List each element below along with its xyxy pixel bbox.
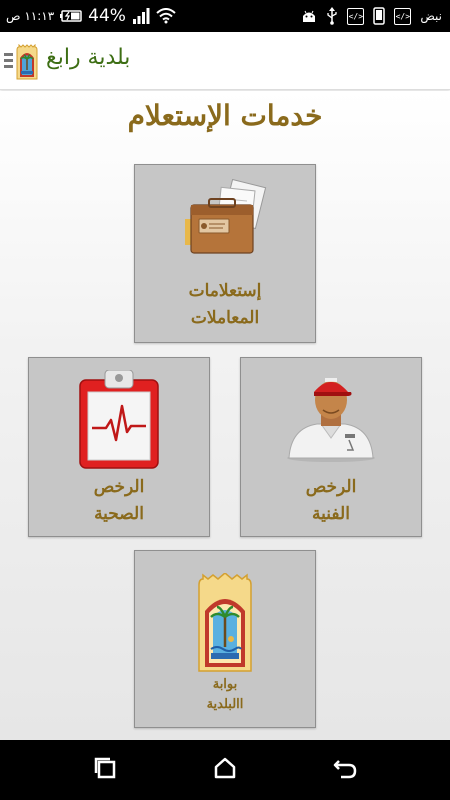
- recent-apps-icon: [94, 757, 116, 783]
- code-icon: </>: [394, 7, 412, 25]
- clock-time: ١١:١٣ ص: [6, 9, 55, 23]
- app-title: بلدية رابغ: [46, 45, 131, 70]
- phone-icon: [373, 7, 386, 25]
- usb-icon: [326, 7, 338, 25]
- municipality-logo-icon: [16, 43, 38, 80]
- tile-label-line1: الرخص: [93, 477, 145, 497]
- tile-label: الرخص الصحية: [29, 474, 209, 528]
- battery-icon: [60, 10, 82, 22]
- tile-label-line2: الفنية: [312, 504, 350, 524]
- tile-technical-licenses[interactable]: الرخص الفنية: [240, 357, 422, 537]
- tile-label-line1: بوابة: [212, 677, 238, 692]
- section-title: خدمات الإستعلام: [127, 99, 323, 132]
- tile-health-licenses[interactable]: الرخص الصحية: [28, 357, 210, 537]
- tile-label: الرخص الفنية: [241, 474, 421, 528]
- tile-label-line2: االبلدية: [206, 697, 244, 712]
- municipality-emblem-icon: [197, 572, 253, 673]
- tile-label-line1: إستعلامات: [188, 281, 262, 301]
- tile-label: إستعلامات المعاملات: [135, 278, 315, 332]
- tile-transaction-inquiries[interactable]: إستعلامات المعاملات: [134, 164, 316, 343]
- status-left: ١١:١٣ ص 44%: [6, 0, 176, 32]
- app-bar: بلدية رابغ: [0, 32, 450, 90]
- main-content: خدمات الإستعلام إستعلامات المعاملات الرخ…: [0, 91, 450, 740]
- recent-apps-button[interactable]: [75, 740, 135, 800]
- battery-percent: 44%: [88, 6, 126, 26]
- tile-label-line2: الصحية: [94, 504, 144, 524]
- home-button[interactable]: [195, 740, 255, 800]
- menu-icon[interactable]: [4, 53, 13, 69]
- back-button[interactable]: [315, 740, 375, 800]
- carrier-name: نبض: [420, 9, 442, 23]
- android-icon: [301, 9, 317, 23]
- tile-label-line2: المعاملات: [190, 308, 260, 328]
- status-right: </> </> نبض: [301, 0, 442, 32]
- worker-icon: [287, 370, 375, 462]
- back-icon: [333, 757, 357, 783]
- wifi-icon: [156, 8, 176, 24]
- briefcase-icon: [179, 178, 271, 257]
- tile-label: بوابة االبلدية: [135, 675, 315, 715]
- home-icon: [214, 757, 236, 783]
- medical-clipboard-icon: [78, 369, 160, 470]
- code-icon: </>: [347, 7, 365, 25]
- tile-label-line1: الرخص: [305, 477, 357, 497]
- signal-icon: [132, 7, 150, 25]
- system-nav-bar: [0, 740, 450, 800]
- status-bar: ١١:١٣ ص 44% </> </> نبض: [0, 0, 450, 32]
- tile-municipality-portal[interactable]: بوابة االبلدية: [134, 550, 316, 728]
